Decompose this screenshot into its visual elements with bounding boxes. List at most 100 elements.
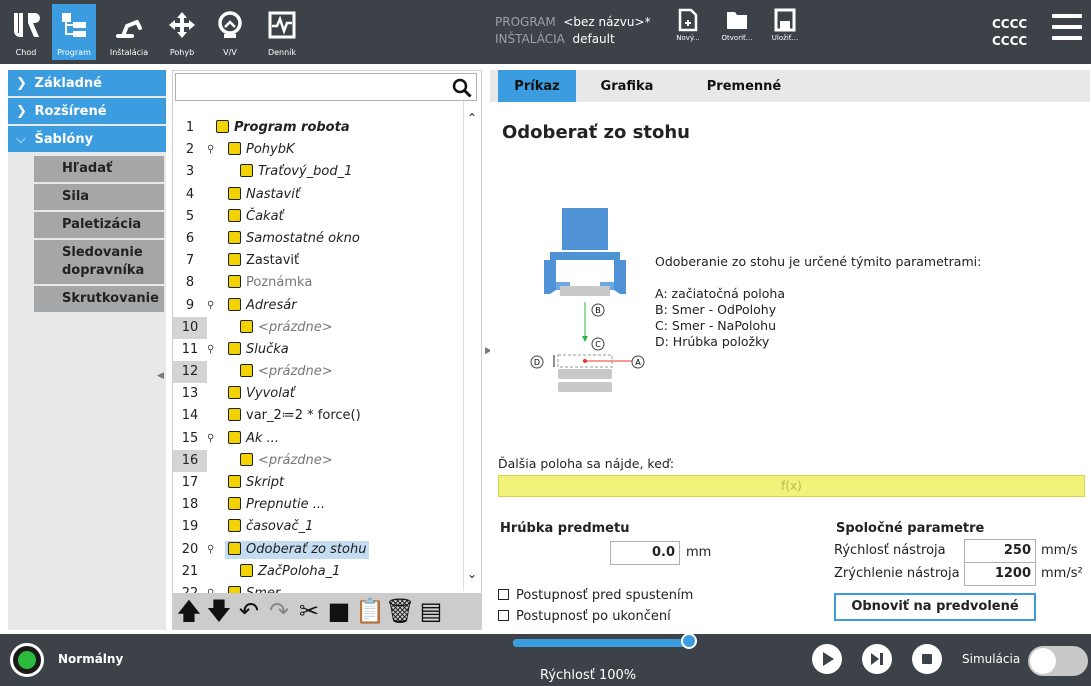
tree-row[interactable]: 22⚲ Smer — [173, 583, 463, 593]
open-file-button[interactable]: Otvoriť... — [717, 8, 757, 42]
collapse-left-arrow-icon[interactable]: ◀ — [157, 371, 164, 381]
expression-field[interactable]: f(x) — [498, 475, 1085, 497]
tree-node[interactable]: Poznámka — [225, 274, 315, 292]
step-button[interactable] — [862, 644, 892, 674]
tree-node[interactable]: Ak ... — [225, 430, 282, 448]
suppress-icon[interactable]: ▤ — [417, 597, 445, 625]
tree-node[interactable]: časovač_1 — [225, 518, 316, 536]
nav-program[interactable]: Program — [52, 4, 96, 60]
speed-slider[interactable] — [513, 639, 693, 647]
tree-row[interactable]: 9 ⚲ Adresár — [173, 295, 463, 317]
tree-node[interactable]: Samostatné okno — [225, 230, 363, 248]
tree-node[interactable]: <prázdne> — [237, 319, 336, 337]
tree-row[interactable]: 13 Vyvolať — [173, 383, 463, 405]
thickness-input[interactable]: 0.0 — [610, 541, 680, 565]
tree-row[interactable]: 5 Čakať — [173, 206, 463, 228]
expand-pin-icon[interactable]: ⚲ — [207, 295, 214, 317]
tree-row[interactable]: 3 Traťový_bod_1 — [173, 161, 463, 183]
speed-slider-knob[interactable] — [681, 633, 697, 649]
checkbox-after[interactable] — [498, 610, 509, 621]
save-file-button[interactable]: Uložiť... — [765, 8, 805, 42]
tree-node[interactable]: Slučka — [225, 341, 292, 359]
category-templates[interactable]: ⌵ Šablóny — [8, 126, 166, 154]
template-palletizing[interactable]: Paletizácia — [34, 212, 164, 240]
delete-icon[interactable]: 🗑 — [385, 597, 415, 625]
tree-row[interactable]: 14 var_2≔2 * force() — [173, 405, 463, 427]
nav-installation[interactable]: Inštalácia — [100, 4, 158, 60]
tab-variables[interactable]: Premenné — [694, 70, 794, 102]
robot-status-indicator-icon[interactable] — [10, 643, 44, 677]
undo-icon[interactable]: ↶ — [235, 597, 263, 625]
tree-row[interactable]: 18 Prepnutie ... — [173, 494, 463, 516]
category-basic[interactable]: ❯ Základné — [8, 70, 166, 98]
scroll-down-icon[interactable]: ⌄ — [467, 567, 477, 581]
tree-node[interactable]: <prázdne> — [237, 363, 336, 381]
expand-pin-icon[interactable]: ⚲ — [207, 428, 214, 450]
tree-node[interactable]: var_2≔2 * force() — [225, 407, 364, 425]
tree-row[interactable]: 17 Skript — [173, 472, 463, 494]
check-after-end[interactable]: Postupnosť po ukončení — [498, 609, 671, 624]
tree-row[interactable]: 11 ⚲ Slučka — [173, 339, 463, 361]
nav-log[interactable]: Denník — [260, 4, 304, 60]
template-force[interactable]: Sila — [34, 184, 164, 212]
tool-acc-input[interactable]: 1200 — [964, 562, 1036, 586]
tab-graphics[interactable]: Grafika — [588, 70, 666, 102]
tree-row[interactable]: 1 Program robota — [173, 117, 463, 139]
tree-node[interactable]: Odoberať zo stohu — [225, 540, 370, 559]
category-advanced[interactable]: ❯ Rozšírené — [8, 98, 166, 126]
tree-node[interactable]: Nastaviť — [225, 186, 303, 204]
check-before-start[interactable]: Postupnosť pred spustením — [498, 588, 693, 603]
tree-row[interactable]: 2 ⚲ PohybK — [173, 139, 463, 161]
menu-hamburger-icon[interactable] — [1052, 14, 1082, 50]
expand-pin-icon[interactable]: ⚲ — [207, 139, 214, 161]
tree-node[interactable]: Adresár — [225, 297, 300, 315]
stop-button[interactable] — [912, 644, 942, 674]
search-icon[interactable] — [452, 78, 472, 98]
cut-icon[interactable]: ✂ — [295, 597, 323, 625]
new-file-button[interactable]: Nový... — [668, 8, 708, 42]
paste-icon[interactable]: 📋 — [355, 597, 385, 625]
expand-pin-icon[interactable]: ⚲ — [207, 339, 214, 361]
tree-scrollbar[interactable]: ⌃ ⌄ — [463, 101, 481, 591]
redo-icon[interactable]: ↷ — [265, 597, 293, 625]
tree-row[interactable]: 16 <prázdne> — [173, 449, 463, 472]
reset-defaults-button[interactable]: Obnoviť na predvolené — [834, 593, 1036, 621]
move-down-icon[interactable]: 🡇 — [205, 597, 233, 625]
tree-row[interactable]: 8 Poznámka — [173, 272, 463, 294]
tree-row[interactable]: 20 ⚲ Odoberať zo stohu — [173, 539, 463, 561]
tree-node[interactable]: Prepnutie ... — [225, 496, 328, 514]
tree-row[interactable]: 10 <prázdne> — [173, 316, 463, 339]
simulation-toggle[interactable] — [1028, 646, 1088, 676]
tree-node[interactable]: PohybK — [225, 141, 298, 159]
template-screwing[interactable]: Skrutkovanie — [34, 286, 164, 314]
template-search[interactable]: Hľadať — [34, 156, 164, 184]
tree-node[interactable]: Zastaviť — [225, 252, 302, 270]
tree-node[interactable]: Program robota — [213, 119, 353, 137]
expand-pin-icon[interactable]: ⚲ — [207, 539, 214, 561]
tree-node[interactable]: Skript — [225, 474, 287, 492]
tree-row[interactable]: 19 časovač_1 — [173, 516, 463, 538]
nav-io[interactable]: V/V — [208, 4, 252, 60]
tree-node[interactable]: ZačPoloha_1 — [237, 563, 343, 581]
nav-run[interactable]: Chod — [4, 4, 48, 60]
nav-move[interactable]: Pohyb — [160, 4, 204, 60]
tool-speed-input[interactable]: 250 — [964, 539, 1036, 563]
tree-row[interactable]: 4 Nastaviť — [173, 184, 463, 206]
tree-node[interactable]: Smer — [225, 585, 283, 593]
scroll-up-icon[interactable]: ⌃ — [467, 111, 477, 125]
play-button[interactable] — [812, 644, 842, 674]
tree-search-input[interactable] — [175, 73, 477, 101]
checkbox-before[interactable] — [498, 589, 509, 600]
move-up-icon[interactable]: 🡅 — [175, 597, 203, 625]
tree-row[interactable]: 15 ⚲ Ak ... — [173, 428, 463, 450]
tree-row[interactable]: 12 <prázdne> — [173, 361, 463, 384]
tree-node[interactable]: Vyvolať — [225, 385, 298, 403]
tab-command[interactable]: Príkaz — [498, 70, 576, 102]
tree-node[interactable]: Čakať — [225, 208, 287, 226]
tree-node[interactable]: <prázdne> — [237, 452, 336, 470]
tree-row[interactable]: 7 Zastaviť — [173, 250, 463, 272]
expand-pin-icon[interactable]: ⚲ — [207, 583, 214, 593]
tree-node[interactable]: Traťový_bod_1 — [237, 163, 355, 181]
copy-icon[interactable]: ■ — [325, 597, 353, 625]
tree-row[interactable]: 6 Samostatné okno — [173, 228, 463, 250]
